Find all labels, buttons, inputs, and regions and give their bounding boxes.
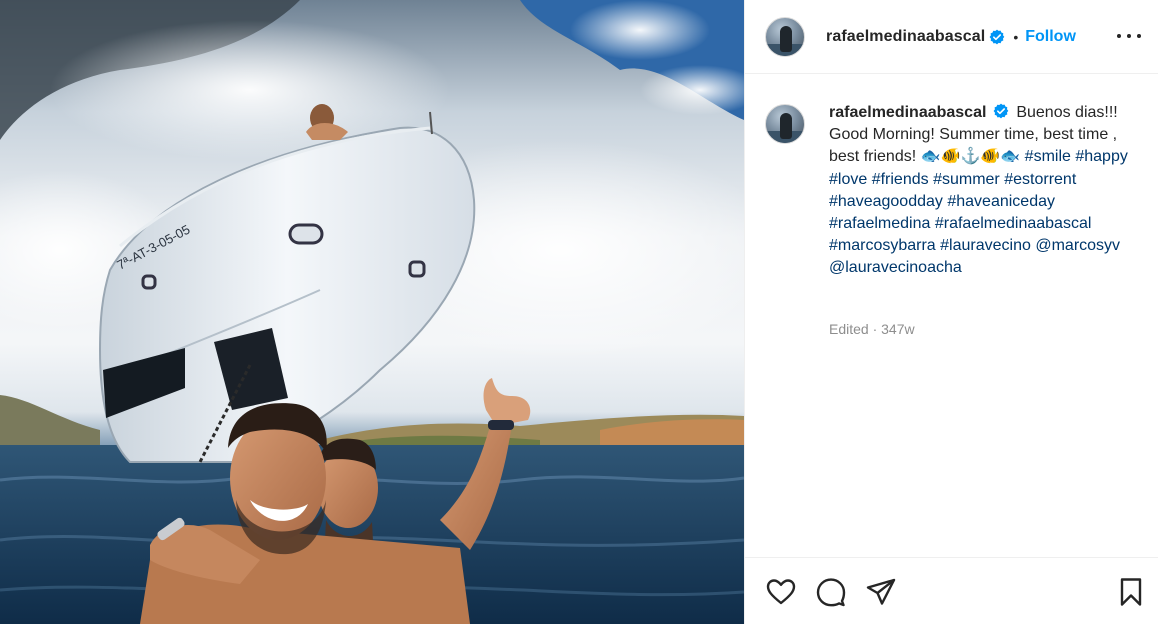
post-details-panel: rafaelmedinaabascal • Follow rafaelmedin… — [744, 0, 1158, 624]
hashtag-link[interactable]: #marcosybarra — [829, 237, 936, 254]
hashtag-link[interactable]: #rafaelmedinaabascal — [935, 215, 1092, 232]
caption-emoji: 🐟🐠⚓🐠🐟 — [920, 148, 1021, 166]
avatar[interactable] — [765, 104, 805, 144]
avatar-figure — [780, 113, 792, 139]
verified-badge-icon — [989, 29, 1005, 44]
follow-button[interactable]: Follow — [1025, 28, 1076, 46]
separator-dot: • — [1013, 28, 1019, 45]
bookmark-icon[interactable] — [1115, 576, 1147, 608]
more-options-icon[interactable] — [1117, 26, 1141, 46]
hashtag-link[interactable]: #haveaniceday — [947, 193, 1055, 210]
hashtag-link[interactable]: #smile — [1025, 148, 1071, 165]
hashtag-link[interactable]: #love — [829, 171, 867, 188]
hashtag-link[interactable]: #friends — [872, 171, 929, 188]
hashtag-link[interactable]: #haveagoodday — [829, 193, 943, 210]
hashtag-link[interactable]: #happy — [1075, 148, 1128, 165]
more-dot — [1127, 34, 1131, 38]
hashtag-link[interactable]: #rafaelmedina — [829, 215, 930, 232]
comment-bubble-icon[interactable] — [815, 576, 847, 608]
hashtag-link[interactable]: #estorrent — [1004, 171, 1076, 188]
avatar[interactable] — [765, 16, 805, 57]
photo-illustration: 7ª-AT-3-05-05 — [0, 0, 744, 624]
post-photo[interactable]: 7ª-AT-3-05-05 — [0, 0, 744, 624]
post-header: rafaelmedinaabascal • Follow — [745, 0, 1158, 74]
paper-plane-icon[interactable] — [865, 576, 897, 608]
more-dot — [1137, 34, 1141, 38]
hashtag-link[interactable]: #summer — [933, 171, 1000, 188]
caption-text: rafaelmedinaabascal Buenos dias!!! Good … — [829, 102, 1145, 280]
verified-badge-icon — [993, 103, 1009, 119]
avatar-figure — [780, 25, 792, 52]
edited-timestamp: Edited · 347w — [829, 321, 915, 337]
caption-username[interactable]: rafaelmedinaabascal — [829, 104, 986, 121]
caption-comment: rafaelmedinaabascal Buenos dias!!! Good … — [765, 102, 1145, 280]
mention-link[interactable]: @lauravecinoacha — [829, 259, 962, 276]
hashtag-link[interactable]: #lauravecino — [940, 237, 1031, 254]
action-bar — [745, 557, 1158, 624]
post-username[interactable]: rafaelmedinaabascal — [826, 28, 985, 46]
more-dot — [1117, 34, 1121, 38]
heart-icon[interactable] — [765, 576, 797, 608]
mention-link[interactable]: @marcosyv — [1035, 237, 1120, 254]
